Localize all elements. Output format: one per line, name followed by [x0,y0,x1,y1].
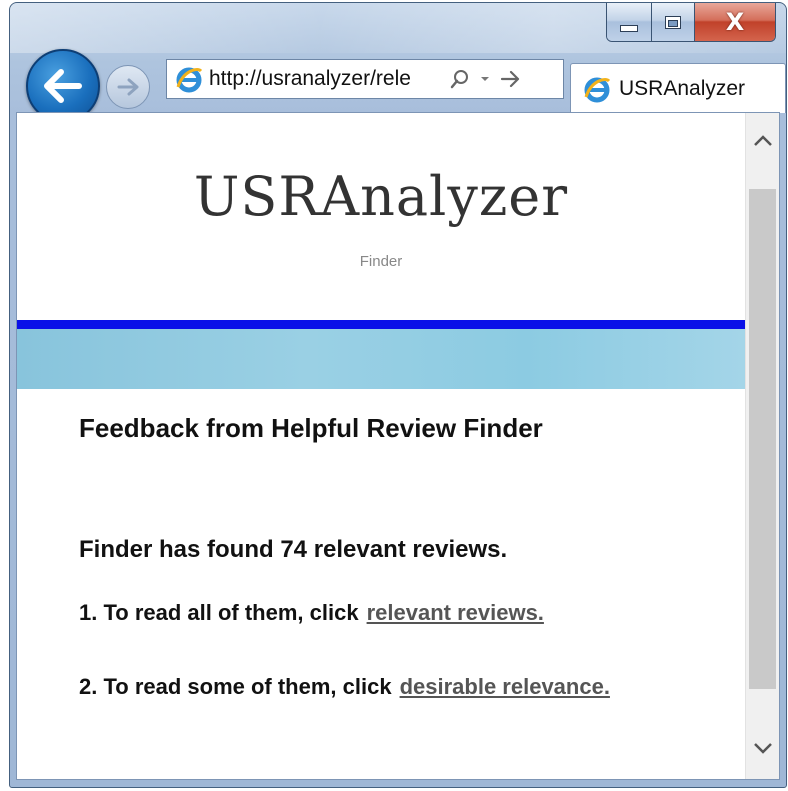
step-1-text: 1. To read all of them, click [79,600,359,625]
browser-tab[interactable]: USRAnalyzer [570,63,786,113]
site-title: USRAnalyzer [193,165,569,228]
main-content: Feedback from Helpful Review Finder Find… [79,413,725,700]
ie-logo-icon [584,77,611,102]
found-count-text: Finder has found 74 relevant reviews. [79,536,508,563]
address-tools [449,68,521,90]
step-1: 1. To read all of them, click relevant re… [79,600,725,626]
chevron-down-icon [753,743,772,754]
back-arrow-icon [44,69,82,103]
chevron-up-icon [753,135,772,146]
address-url[interactable]: http://usranalyzer/rele [209,67,441,91]
tab-title: USRAnalyzer [619,76,746,100]
scroll-down-button[interactable] [746,740,779,759]
search-icon[interactable] [449,68,471,90]
scroll-thumb[interactable] [749,189,776,689]
close-button[interactable]: X [694,3,775,41]
page-heading: Feedback from Helpful Review Finder [79,413,543,443]
forward-button[interactable] [106,65,150,109]
caption-buttons: X [606,3,776,42]
minimize-icon [620,24,638,32]
vertical-scrollbar[interactable] [745,113,779,779]
header-banner [17,329,745,389]
close-icon: X [725,8,745,36]
maximize-icon [665,15,681,29]
go-arrow-icon[interactable] [499,69,521,89]
browser-window: X http://usranalyzer/rele USRAnalyzer US… [9,2,787,788]
maximize-button[interactable] [651,3,694,41]
chevron-down-icon[interactable] [479,74,491,84]
step-2-text: 2. To read some of them, click [79,674,392,699]
ie-logo-icon [176,67,203,93]
header-divider [17,320,745,329]
scroll-up-button[interactable] [746,133,779,152]
forward-arrow-icon [117,78,139,96]
relevant-reviews-link[interactable]: relevant reviews. [367,600,544,625]
minimize-button[interactable] [607,3,651,41]
page-viewport: USRAnalyzer Finder Feedback from Helpful… [16,112,780,780]
site-subtitle: Finder [359,253,403,270]
address-bar[interactable]: http://usranalyzer/rele [166,59,564,99]
desirable-relevance-link[interactable]: desirable relevance. [400,674,610,699]
step-2: 2. To read some of them, click desirable … [79,674,725,700]
web-page: USRAnalyzer Finder Feedback from Helpful… [17,113,745,779]
